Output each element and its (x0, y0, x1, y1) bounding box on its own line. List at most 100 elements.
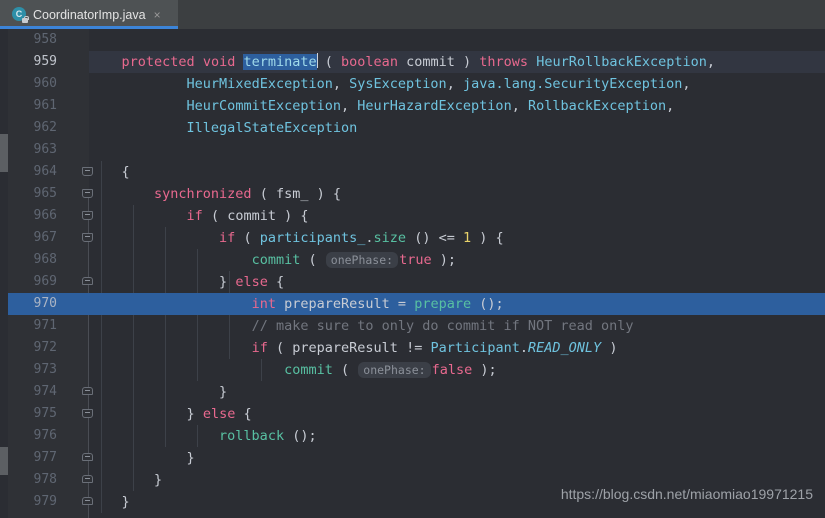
editor-tab-bar: C CoordinatorImp.java × (0, 0, 825, 29)
code-editor[interactable]: 958 959 960 961 962 963 964 965 966 967 … (0, 29, 825, 518)
token-keyword: void (202, 54, 236, 70)
code-line[interactable]: rollback (); (89, 425, 825, 447)
code-line[interactable] (89, 139, 825, 161)
tab-coordinatorimp-java[interactable]: C CoordinatorImp.java × (0, 0, 178, 29)
code-line[interactable]: { (89, 161, 825, 183)
code-content[interactable]: protected void terminate ( boolean commi… (89, 29, 825, 518)
line-number: 976 (33, 428, 57, 443)
parameter-hint: onePhase: (358, 362, 431, 378)
gutter-line[interactable]: 965 (8, 183, 93, 205)
token-keyword: if (219, 230, 236, 246)
gutter-line[interactable]: 963 (8, 139, 89, 161)
code-line[interactable]: HeurCommitException, HeurHazardException… (89, 95, 825, 117)
line-number: 978 (33, 472, 57, 487)
gutter-line[interactable]: 974 (8, 381, 93, 403)
gutter-line[interactable]: 972 (8, 337, 89, 359)
token-keyword: if (251, 340, 268, 356)
gutter-line[interactable]: 978 (8, 469, 93, 491)
gutter-line[interactable]: 969 (8, 271, 93, 293)
line-number: 975 (33, 406, 57, 421)
token-class: RollbackException (527, 98, 667, 114)
code-line[interactable]: int prepareResult = prepare (); (89, 293, 825, 315)
code-line[interactable]: if ( participants_.size () <= 1 ) { (89, 227, 825, 249)
gutter-line[interactable]: 967 (8, 227, 93, 249)
lock-badge-icon (22, 15, 29, 23)
token-field: fsm_ (276, 186, 309, 202)
token-class: Participant (430, 340, 520, 356)
token-variable: prepareResult (292, 340, 398, 356)
gutter-line[interactable]: 964 (8, 161, 93, 183)
line-number: 969 (33, 274, 57, 289)
watermark-url: https://blog.csdn.net/miaomiao19971215 (560, 486, 813, 502)
token-class: IllegalStateException (186, 120, 358, 136)
gutter-line[interactable]: 975 (8, 403, 93, 425)
code-line[interactable]: protected void terminate ( boolean commi… (89, 51, 825, 73)
token-method-name-selected[interactable]: terminate (243, 54, 317, 70)
token-keyword: false (431, 362, 473, 378)
close-icon[interactable]: × (154, 9, 161, 21)
line-number: 966 (33, 208, 57, 223)
code-line[interactable]: } else { (89, 271, 825, 293)
gutter-line[interactable]: 968 (8, 249, 89, 271)
token-method: prepare (414, 296, 472, 312)
line-number: 972 (33, 340, 57, 355)
token-parameter: commit (227, 208, 277, 224)
text-caret (316, 53, 318, 68)
gutter-line[interactable]: 977 (8, 447, 93, 469)
line-number: 960 (33, 76, 57, 91)
token-keyword: throws (479, 54, 529, 70)
line-number-gutter[interactable]: 958 959 960 961 962 963 964 965 966 967 … (8, 29, 93, 518)
line-number: 964 (33, 164, 57, 179)
token-class: SysException (349, 76, 447, 92)
code-line[interactable]: // make sure to only do commit if NOT re… (89, 315, 825, 337)
line-number: 961 (33, 98, 57, 113)
gutter-line[interactable]: 960 (8, 73, 89, 95)
error-marker-strip[interactable] (0, 29, 8, 518)
gutter-line[interactable]: 979 (8, 491, 93, 513)
token-class: HeurMixedException (186, 76, 333, 92)
token-keyword: if (186, 208, 203, 224)
code-line[interactable]: synchronized ( fsm_ ) { (89, 183, 825, 205)
gutter-line[interactable]: 976 (8, 425, 89, 447)
token-constant: READ_ONLY (528, 340, 602, 356)
token-comment: // make sure to only do commit if NOT re… (251, 318, 634, 334)
token-keyword: true (399, 252, 432, 268)
gutter-line[interactable]: 971 (8, 315, 89, 337)
code-line[interactable]: IllegalStateException (89, 117, 825, 139)
marker-stripe[interactable] (0, 447, 8, 475)
line-number: 977 (33, 450, 57, 465)
marker-stripe[interactable] (0, 134, 8, 172)
gutter-line[interactable]: 958 (8, 29, 89, 51)
token-variable: prepareResult (284, 296, 390, 312)
token-method: rollback (219, 428, 285, 444)
code-line[interactable]: if ( commit ) { (89, 205, 825, 227)
code-line[interactable]: commit ( onePhase: false ); (89, 359, 825, 381)
gutter-line[interactable]: 962 (8, 117, 89, 139)
code-line[interactable]: if ( prepareResult != Participant.READ_O… (89, 337, 825, 359)
token-class: HeurRollbackException (536, 54, 707, 70)
line-number: 970 (33, 296, 57, 311)
code-line[interactable]: } (89, 447, 825, 469)
token-keyword: protected (121, 54, 195, 70)
code-line[interactable]: HeurMixedException, SysException, java.l… (89, 73, 825, 95)
gutter-line[interactable]: 961 (8, 95, 89, 117)
code-line[interactable] (89, 29, 825, 51)
token-keyword: int (251, 296, 276, 312)
code-line[interactable]: commit ( onePhase: true ); (89, 249, 825, 271)
gutter-line[interactable]: 970 (8, 293, 89, 315)
token-method: size (373, 230, 407, 246)
token-class: HeurHazardException (357, 98, 512, 114)
line-number: 979 (33, 494, 57, 509)
line-number: 967 (33, 230, 57, 245)
line-number: 965 (33, 186, 57, 201)
parameter-hint: onePhase: (325, 252, 399, 268)
code-line[interactable]: } (89, 381, 825, 403)
gutter-line[interactable]: 973 (8, 359, 89, 381)
token-keyword: else (235, 274, 268, 290)
code-line[interactable]: } else { (89, 403, 825, 425)
gutter-line[interactable]: 966 (8, 205, 93, 227)
java-class-locked-icon: C (12, 7, 29, 23)
line-number: 973 (33, 362, 57, 377)
gutter-line[interactable]: 959 (8, 51, 89, 73)
line-number: 968 (33, 252, 57, 267)
